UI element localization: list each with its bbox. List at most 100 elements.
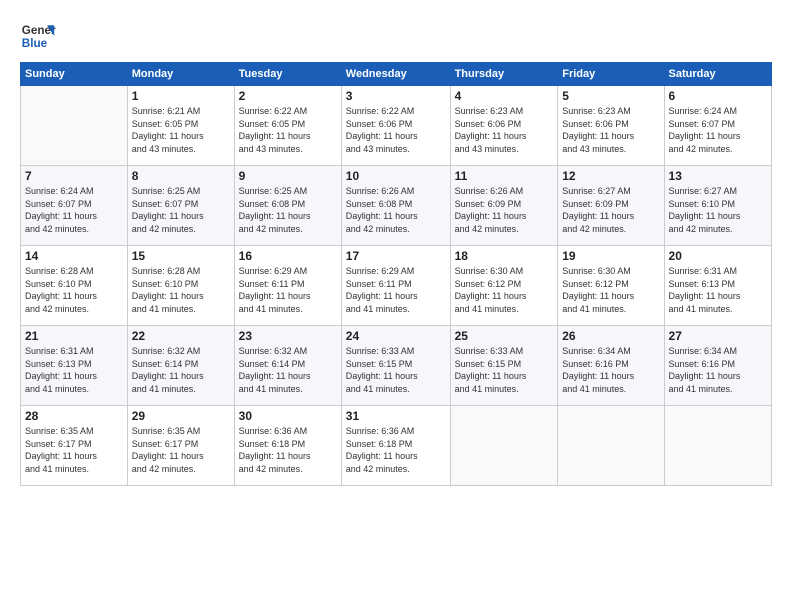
- day-info: Sunrise: 6:33 AM Sunset: 6:15 PM Dayligh…: [455, 345, 554, 395]
- day-info: Sunrise: 6:34 AM Sunset: 6:16 PM Dayligh…: [562, 345, 659, 395]
- calendar-cell: 6 Sunrise: 6:24 AM Sunset: 6:07 PM Daylig…: [664, 86, 771, 166]
- day-number: 31: [346, 409, 446, 423]
- day-info: Sunrise: 6:30 AM Sunset: 6:12 PM Dayligh…: [455, 265, 554, 315]
- day-info: Sunrise: 6:32 AM Sunset: 6:14 PM Dayligh…: [239, 345, 337, 395]
- day-info: Sunrise: 6:25 AM Sunset: 6:07 PM Dayligh…: [132, 185, 230, 235]
- col-header-monday: Monday: [127, 63, 234, 86]
- calendar-cell: 20Sunrise: 6:31 AM Sunset: 6:13 PM Dayli…: [664, 246, 771, 326]
- week-row-5: 28 Sunrise: 6:35 AM Sunset: 6:17 PM Dayli…: [21, 406, 772, 486]
- day-number: 28: [25, 409, 123, 423]
- calendar-cell: 26 Sunrise: 6:34 AM Sunset: 6:16 PM Dayli…: [558, 326, 664, 406]
- calendar-cell: 13Sunrise: 6:27 AM Sunset: 6:10 PM Dayli…: [664, 166, 771, 246]
- day-number: 4: [455, 89, 554, 103]
- calendar-cell: [558, 406, 664, 486]
- week-row-2: 7 Sunrise: 6:24 AM Sunset: 6:07 PM Daylig…: [21, 166, 772, 246]
- calendar-cell: 11Sunrise: 6:26 AM Sunset: 6:09 PM Dayli…: [450, 166, 558, 246]
- svg-text:Blue: Blue: [22, 37, 48, 50]
- day-info: Sunrise: 6:26 AM Sunset: 6:08 PM Dayligh…: [346, 185, 446, 235]
- calendar-header-row: SundayMondayTuesdayWednesdayThursdayFrid…: [21, 63, 772, 86]
- calendar-cell: 9 Sunrise: 6:25 AM Sunset: 6:08 PM Daylig…: [234, 166, 341, 246]
- calendar-cell: 18 Sunrise: 6:30 AM Sunset: 6:12 PM Dayli…: [450, 246, 558, 326]
- calendar-table: SundayMondayTuesdayWednesdayThursdayFrid…: [20, 62, 772, 486]
- day-info: Sunrise: 6:22 AM Sunset: 6:06 PM Dayligh…: [346, 105, 446, 155]
- calendar-cell: 4 Sunrise: 6:23 AM Sunset: 6:06 PM Daylig…: [450, 86, 558, 166]
- day-info: Sunrise: 6:35 AM Sunset: 6:17 PM Dayligh…: [25, 425, 123, 475]
- calendar-cell: 25 Sunrise: 6:33 AM Sunset: 6:15 PM Dayli…: [450, 326, 558, 406]
- day-number: 14: [25, 249, 123, 263]
- calendar-cell: 17Sunrise: 6:29 AM Sunset: 6:11 PM Dayli…: [341, 246, 450, 326]
- logo-icon: General Blue: [20, 18, 56, 54]
- calendar-cell: 14 Sunrise: 6:28 AM Sunset: 6:10 PM Dayli…: [21, 246, 128, 326]
- calendar-cell: 16 Sunrise: 6:29 AM Sunset: 6:11 PM Dayli…: [234, 246, 341, 326]
- day-number: 3: [346, 89, 446, 103]
- calendar-cell: 2 Sunrise: 6:22 AM Sunset: 6:05 PM Daylig…: [234, 86, 341, 166]
- day-number: 19: [562, 249, 659, 263]
- day-info: Sunrise: 6:25 AM Sunset: 6:08 PM Dayligh…: [239, 185, 337, 235]
- calendar-cell: 19 Sunrise: 6:30 AM Sunset: 6:12 PM Dayli…: [558, 246, 664, 326]
- day-info: Sunrise: 6:30 AM Sunset: 6:12 PM Dayligh…: [562, 265, 659, 315]
- day-info: Sunrise: 6:29 AM Sunset: 6:11 PM Dayligh…: [346, 265, 446, 315]
- day-number: 7: [25, 169, 123, 183]
- day-number: 6: [669, 89, 767, 103]
- day-number: 25: [455, 329, 554, 343]
- day-info: Sunrise: 6:28 AM Sunset: 6:10 PM Dayligh…: [25, 265, 123, 315]
- day-number: 1: [132, 89, 230, 103]
- calendar-cell: [450, 406, 558, 486]
- calendar-cell: 29 Sunrise: 6:35 AM Sunset: 6:17 PM Dayli…: [127, 406, 234, 486]
- day-info: Sunrise: 6:26 AM Sunset: 6:09 PM Dayligh…: [455, 185, 554, 235]
- week-row-1: 1 Sunrise: 6:21 AM Sunset: 6:05 PM Daylig…: [21, 86, 772, 166]
- calendar-cell: 8 Sunrise: 6:25 AM Sunset: 6:07 PM Daylig…: [127, 166, 234, 246]
- calendar-cell: 3 Sunrise: 6:22 AM Sunset: 6:06 PM Daylig…: [341, 86, 450, 166]
- day-info: Sunrise: 6:23 AM Sunset: 6:06 PM Dayligh…: [562, 105, 659, 155]
- calendar-cell: 23 Sunrise: 6:32 AM Sunset: 6:14 PM Dayli…: [234, 326, 341, 406]
- calendar-cell: 22Sunrise: 6:32 AM Sunset: 6:14 PM Dayli…: [127, 326, 234, 406]
- day-number: 20: [669, 249, 767, 263]
- page: General Blue SundayMondayTuesdayWednesda…: [0, 0, 792, 612]
- day-info: Sunrise: 6:27 AM Sunset: 6:09 PM Dayligh…: [562, 185, 659, 235]
- day-number: 9: [239, 169, 337, 183]
- day-info: Sunrise: 6:36 AM Sunset: 6:18 PM Dayligh…: [346, 425, 446, 475]
- day-info: Sunrise: 6:24 AM Sunset: 6:07 PM Dayligh…: [25, 185, 123, 235]
- day-number: 16: [239, 249, 337, 263]
- day-info: Sunrise: 6:36 AM Sunset: 6:18 PM Dayligh…: [239, 425, 337, 475]
- calendar-cell: 27 Sunrise: 6:34 AM Sunset: 6:16 PM Dayli…: [664, 326, 771, 406]
- day-number: 27: [669, 329, 767, 343]
- week-row-3: 14 Sunrise: 6:28 AM Sunset: 6:10 PM Dayli…: [21, 246, 772, 326]
- col-header-tuesday: Tuesday: [234, 63, 341, 86]
- calendar-cell: [664, 406, 771, 486]
- day-number: 12: [562, 169, 659, 183]
- col-header-friday: Friday: [558, 63, 664, 86]
- calendar-body: 1 Sunrise: 6:21 AM Sunset: 6:05 PM Daylig…: [21, 86, 772, 486]
- calendar-cell: 12 Sunrise: 6:27 AM Sunset: 6:09 PM Dayli…: [558, 166, 664, 246]
- col-header-thursday: Thursday: [450, 63, 558, 86]
- day-number: 18: [455, 249, 554, 263]
- calendar-cell: 28 Sunrise: 6:35 AM Sunset: 6:17 PM Dayli…: [21, 406, 128, 486]
- day-info: Sunrise: 6:21 AM Sunset: 6:05 PM Dayligh…: [132, 105, 230, 155]
- calendar-cell: 7 Sunrise: 6:24 AM Sunset: 6:07 PM Daylig…: [21, 166, 128, 246]
- day-info: Sunrise: 6:23 AM Sunset: 6:06 PM Dayligh…: [455, 105, 554, 155]
- day-number: 23: [239, 329, 337, 343]
- day-info: Sunrise: 6:24 AM Sunset: 6:07 PM Dayligh…: [669, 105, 767, 155]
- day-number: 15: [132, 249, 230, 263]
- calendar-cell: 24Sunrise: 6:33 AM Sunset: 6:15 PM Dayli…: [341, 326, 450, 406]
- calendar-cell: 15Sunrise: 6:28 AM Sunset: 6:10 PM Dayli…: [127, 246, 234, 326]
- col-header-wednesday: Wednesday: [341, 63, 450, 86]
- day-info: Sunrise: 6:35 AM Sunset: 6:17 PM Dayligh…: [132, 425, 230, 475]
- day-number: 13: [669, 169, 767, 183]
- day-info: Sunrise: 6:34 AM Sunset: 6:16 PM Dayligh…: [669, 345, 767, 395]
- day-number: 29: [132, 409, 230, 423]
- week-row-4: 21Sunrise: 6:31 AM Sunset: 6:13 PM Dayli…: [21, 326, 772, 406]
- calendar-cell: 1 Sunrise: 6:21 AM Sunset: 6:05 PM Daylig…: [127, 86, 234, 166]
- logo: General Blue: [20, 18, 56, 54]
- calendar-cell: 5Sunrise: 6:23 AM Sunset: 6:06 PM Daylig…: [558, 86, 664, 166]
- day-number: 8: [132, 169, 230, 183]
- day-number: 22: [132, 329, 230, 343]
- day-info: Sunrise: 6:22 AM Sunset: 6:05 PM Dayligh…: [239, 105, 337, 155]
- day-number: 26: [562, 329, 659, 343]
- header: General Blue: [20, 18, 772, 54]
- day-number: 30: [239, 409, 337, 423]
- calendar-cell: 30 Sunrise: 6:36 AM Sunset: 6:18 PM Dayli…: [234, 406, 341, 486]
- day-info: Sunrise: 6:29 AM Sunset: 6:11 PM Dayligh…: [239, 265, 337, 315]
- day-number: 2: [239, 89, 337, 103]
- day-number: 21: [25, 329, 123, 343]
